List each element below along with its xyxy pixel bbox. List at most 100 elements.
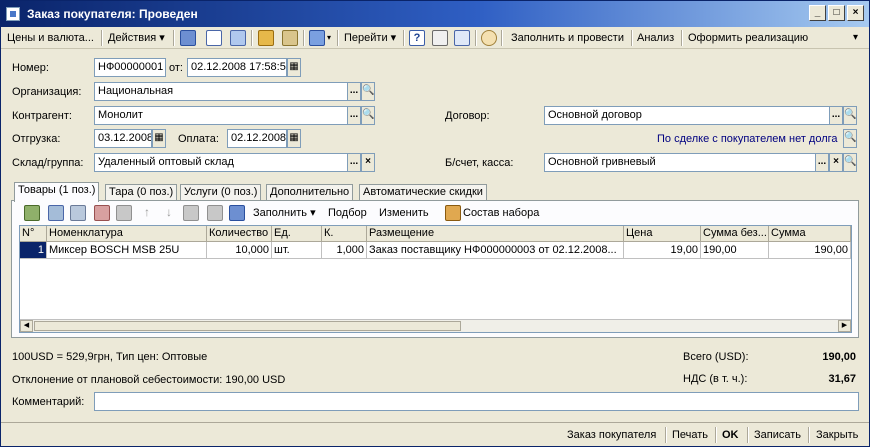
refresh-icon[interactable] [230, 30, 246, 46]
move-up-icon[interactable]: ↑ [139, 205, 155, 221]
contract-search-icon[interactable]: 🔍 [843, 106, 857, 125]
delete-row-icon[interactable] [94, 205, 110, 221]
scroll-left-icon[interactable]: ◀ [20, 320, 33, 332]
number-label: Номер: [12, 62, 49, 74]
col-header-number[interactable]: N° [20, 226, 47, 242]
debt-search-icon[interactable]: 🔍 [843, 129, 857, 148]
fill-menu[interactable]: Заполнить ▾ [253, 205, 316, 221]
account-select-button[interactable]: ... [815, 153, 829, 172]
comment-field[interactable] [94, 392, 859, 411]
col-header-unit[interactable]: Ед. [272, 226, 322, 242]
date-field[interactable]: 02.12.2008 17:58:59 [187, 58, 287, 77]
warehouse-select-button[interactable]: ... [347, 153, 361, 172]
move-down-icon[interactable]: ↓ [161, 205, 177, 221]
barcode-icon[interactable] [229, 205, 245, 221]
contractor-field[interactable]: Монолит [94, 106, 348, 125]
arrow-left-icon[interactable] [180, 30, 196, 46]
payment-date-field[interactable]: 02.12.2008 [227, 129, 287, 148]
order-print-form-button[interactable]: Заказ покупателя [564, 426, 659, 444]
add-row-icon[interactable] [24, 205, 40, 221]
account-clear-icon[interactable]: × [829, 153, 843, 172]
print-button[interactable]: Печать [669, 426, 711, 444]
create-based-on-icon[interactable] [309, 30, 325, 46]
calendar-icon[interactable]: ▦ [287, 58, 301, 77]
warehouse-field[interactable]: Удаленный оптовый склад [94, 153, 348, 172]
kit-icon[interactable] [445, 205, 461, 221]
contractor-select-button[interactable]: ... [347, 106, 361, 125]
organization-search-icon[interactable]: 🔍 [361, 82, 375, 101]
organization-field[interactable]: Национальная [94, 82, 348, 101]
row-number-cell[interactable]: 1 [20, 242, 47, 259]
toolbar-more-icon[interactable]: ▾ [850, 29, 861, 47]
make-sale-button[interactable]: Оформить реализацию [685, 29, 811, 47]
fill-and-post-button[interactable]: Заполнить и провести [508, 29, 627, 47]
close-form-button[interactable]: Закрыть [813, 426, 861, 444]
shipment-date-field[interactable]: 03.12.2008 [94, 129, 152, 148]
unit-cell[interactable]: шт. [272, 242, 322, 259]
clock-icon[interactable] [481, 30, 497, 46]
account-field[interactable]: Основной гривневый [544, 153, 816, 172]
scroll-right-icon[interactable]: ▶ [838, 320, 851, 332]
col-header-quantity[interactable]: Количество [207, 226, 272, 242]
goto-menu[interactable]: Перейти ▾ [341, 29, 399, 47]
col-header-amount-without-vat[interactable]: Сумма без... [701, 226, 769, 242]
contract-field[interactable]: Основной договор [544, 106, 830, 125]
col-header-coefficient[interactable]: К. [322, 226, 367, 242]
account-search-icon[interactable]: 🔍 [843, 153, 857, 172]
col-header-amount[interactable]: Сумма [769, 226, 851, 242]
prices-currency-button[interactable]: Цены и валюта... [4, 29, 97, 47]
organization-select-button[interactable]: ... [347, 82, 361, 101]
unpost-document-icon[interactable] [282, 30, 298, 46]
amount-cell[interactable]: 190,00 [769, 242, 851, 259]
create-based-on-dropdown-icon[interactable]: ▾ [324, 29, 334, 47]
toolbar-separator [681, 30, 683, 46]
tab-additional[interactable]: Дополнительно [266, 184, 354, 201]
help-icon[interactable]: ? [409, 30, 425, 46]
amount-without-vat-cell[interactable]: 190,00 [701, 242, 769, 259]
end-edit-icon[interactable] [116, 205, 132, 221]
sort-asc-icon[interactable] [183, 205, 199, 221]
post-document-icon[interactable] [258, 30, 274, 46]
col-header-price[interactable]: Цена [624, 226, 701, 242]
change-button[interactable]: Изменить [379, 205, 429, 221]
contractor-search-icon[interactable]: 🔍 [361, 106, 375, 125]
toolbar-separator [631, 30, 633, 46]
tab-packaging[interactable]: Тара (0 поз.) [105, 184, 178, 201]
item-cell[interactable]: Миксер BOSCH MSB 25U [47, 242, 207, 259]
number-field[interactable]: НФ00000001 [94, 58, 166, 77]
close-button[interactable]: × [847, 5, 864, 21]
edit-row-icon[interactable] [70, 205, 86, 221]
placement-cell[interactable]: Заказ поставщику НФ000000003 от 02.12.20… [367, 242, 624, 259]
horizontal-scrollbar[interactable]: ◀ ▶ [20, 319, 851, 332]
contract-select-button[interactable]: ... [829, 106, 843, 125]
toolbar-separator [251, 30, 253, 46]
ok-button[interactable]: OK [719, 426, 742, 444]
footer-separator [808, 427, 810, 443]
window-title: Заказ покупателя: Проведен [27, 7, 198, 21]
payment-calendar-icon[interactable]: ▦ [287, 129, 301, 148]
debt-status-link[interactable]: По сделке с покупателем нет долга [657, 133, 838, 145]
kit-composition-button[interactable]: Состав набора [463, 205, 539, 221]
minimize-button[interactable]: _ [809, 5, 826, 21]
scrollbar-thumb[interactable] [34, 321, 461, 331]
tab-services[interactable]: Услуги (0 поз.) [180, 184, 262, 201]
document-structure-icon[interactable] [432, 30, 448, 46]
tab-goods[interactable]: Товары (1 поз.) [14, 182, 100, 202]
col-header-placement[interactable]: Размещение [367, 226, 624, 242]
col-header-item[interactable]: Номенклатура [47, 226, 207, 242]
save-button[interactable]: Записать [751, 426, 804, 444]
actions-menu[interactable]: Действия ▾ [105, 29, 168, 47]
maximize-button[interactable]: □ [828, 5, 845, 21]
price-cell[interactable]: 19,00 [624, 242, 701, 259]
form-view-icon[interactable] [206, 30, 222, 46]
analysis-button[interactable]: Анализ [634, 29, 677, 47]
pick-button[interactable]: Подбор [328, 205, 367, 221]
movements-icon[interactable] [454, 30, 470, 46]
quantity-cell[interactable]: 10,000 [207, 242, 272, 259]
coefficient-cell[interactable]: 1,000 [322, 242, 367, 259]
sort-desc-icon[interactable] [207, 205, 223, 221]
tab-auto-discounts[interactable]: Автоматические скидки [359, 184, 487, 201]
shipment-calendar-icon[interactable]: ▦ [152, 129, 166, 148]
copy-row-icon[interactable] [48, 205, 64, 221]
warehouse-clear-icon[interactable]: × [361, 153, 375, 172]
